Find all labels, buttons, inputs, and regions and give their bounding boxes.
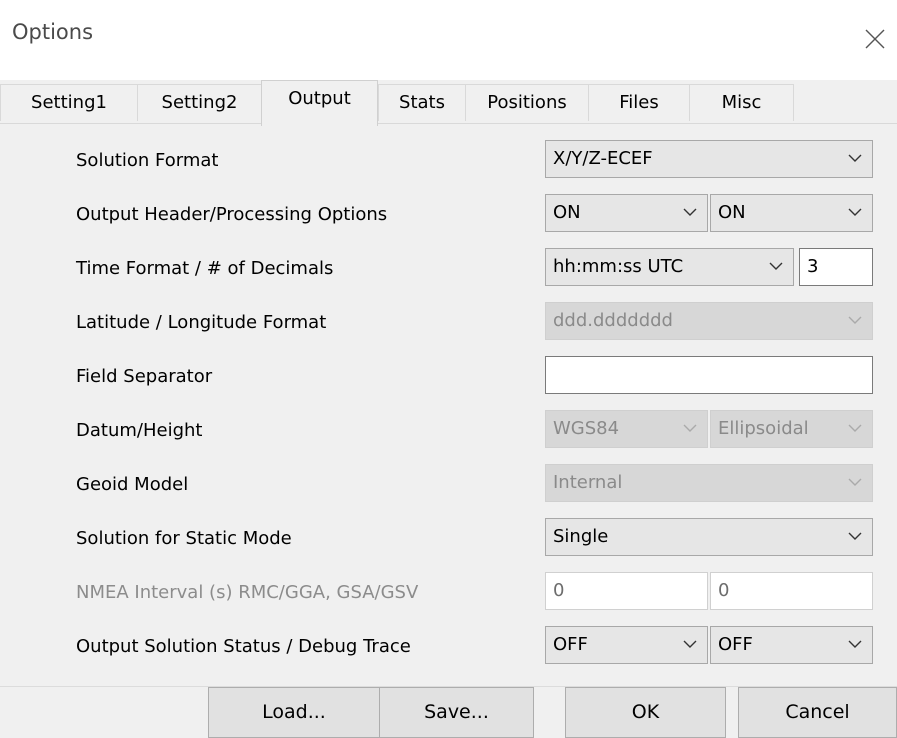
chevron-down-icon	[769, 262, 783, 270]
latlon-format-value: ddd.ddddddd	[553, 310, 673, 331]
solution-format-select[interactable]: X/Y/Z-ECEF	[545, 140, 873, 178]
solution-status-select[interactable]: OFF	[545, 626, 708, 664]
cancel-button[interactable]: Cancel	[738, 687, 897, 738]
output-panel: Solution Format X/Y/Z-ECEF Output Header…	[0, 124, 897, 684]
latlon-format-select[interactable]: ddd.ddddddd	[545, 302, 873, 340]
chevron-down-icon	[848, 208, 862, 216]
solution-status-label: Output Solution Status / Debug Trace	[76, 636, 411, 657]
chevron-down-icon	[848, 316, 862, 324]
tab-stats[interactable]: Stats	[378, 84, 466, 121]
tab-misc[interactable]: Misc	[689, 84, 794, 121]
tab-setting2[interactable]: Setting2	[137, 84, 262, 121]
time-format-select[interactable]: hh:mm:ss UTC	[545, 248, 794, 286]
geoid-model-value: Internal	[553, 472, 623, 493]
chevron-down-icon	[848, 424, 862, 432]
options-dialog: Options Setting1 Setting2 Output Stats P…	[0, 0, 897, 738]
nmea-rmc-gga-input[interactable]: 0	[545, 572, 708, 610]
field-separator-label: Field Separator	[76, 366, 213, 387]
height-value: Ellipsoidal	[718, 418, 809, 439]
datum-value: WGS84	[553, 418, 620, 439]
solution-format-label: Solution Format	[76, 150, 219, 171]
field-separator-input[interactable]	[545, 356, 873, 394]
decimals-input[interactable]: 3	[799, 248, 873, 286]
time-format-label: Time Format / # of Decimals	[76, 258, 334, 279]
chevron-down-icon	[848, 478, 862, 486]
chevron-down-icon	[683, 640, 697, 648]
output-header-value: ON	[553, 202, 581, 223]
datum-height-label: Datum/Height	[76, 420, 203, 441]
static-solution-label: Solution for Static Mode	[76, 528, 292, 549]
height-select[interactable]: Ellipsoidal	[710, 410, 873, 448]
chevron-down-icon	[683, 424, 697, 432]
debug-trace-value: OFF	[718, 634, 753, 655]
tab-output[interactable]: Output	[261, 80, 378, 126]
tab-strip: Setting1 Setting2 Output Stats Positions…	[0, 80, 897, 126]
processing-options-value: ON	[718, 202, 746, 223]
close-icon	[865, 29, 885, 49]
latlon-format-label: Latitude / Longitude Format	[76, 312, 327, 333]
chevron-down-icon	[848, 640, 862, 648]
output-header-label: Output Header/Processing Options	[76, 204, 388, 225]
solution-status-value: OFF	[553, 634, 588, 655]
solution-format-value: X/Y/Z-ECEF	[553, 148, 653, 169]
output-header-select[interactable]: ON	[545, 194, 708, 232]
static-solution-select[interactable]: Single	[545, 518, 873, 556]
chevron-down-icon	[848, 154, 862, 162]
tab-positions[interactable]: Positions	[465, 84, 589, 121]
ok-button[interactable]: OK	[565, 687, 726, 738]
tab-setting1[interactable]: Setting1	[0, 84, 138, 121]
nmea-gsa-gsv-input[interactable]: 0	[710, 572, 873, 610]
geoid-model-select[interactable]: Internal	[545, 464, 873, 502]
chevron-down-icon	[848, 532, 862, 540]
time-format-value: hh:mm:ss UTC	[553, 256, 684, 277]
tab-files[interactable]: Files	[588, 84, 690, 121]
save-button[interactable]: Save...	[379, 687, 534, 738]
processing-options-select[interactable]: ON	[710, 194, 873, 232]
close-button[interactable]	[851, 16, 897, 62]
chevron-down-icon	[683, 208, 697, 216]
nmea-interval-label: NMEA Interval (s) RMC/GGA, GSA/GSV	[76, 582, 419, 603]
debug-trace-select[interactable]: OFF	[710, 626, 873, 664]
window-title: Options	[12, 20, 94, 44]
geoid-model-label: Geoid Model	[76, 474, 189, 495]
static-solution-value: Single	[553, 526, 609, 547]
title-bar: Options	[0, 0, 897, 80]
load-button[interactable]: Load...	[208, 687, 380, 738]
datum-select[interactable]: WGS84	[545, 410, 708, 448]
